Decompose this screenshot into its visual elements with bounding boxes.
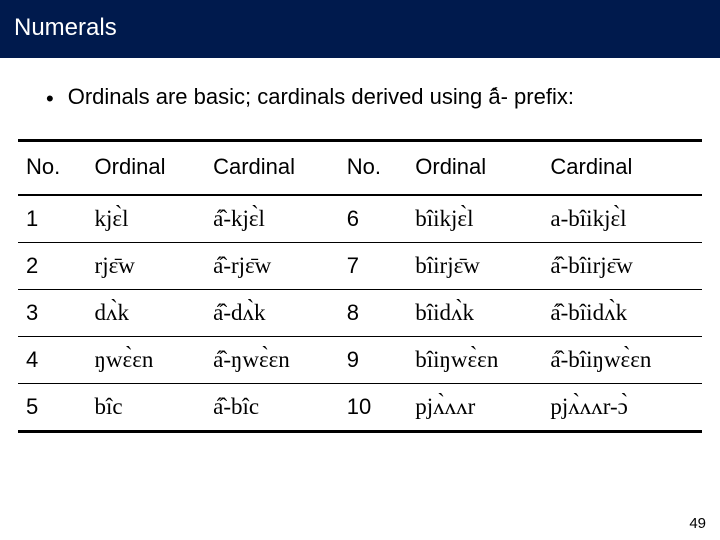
numerals-table: No. Ordinal Cardinal No. Ordinal Cardina…	[18, 139, 702, 433]
cell-ordinal: bîikjɛ̀l	[407, 195, 542, 243]
cell-no: 9	[339, 336, 408, 383]
table-row: 3 dʌ̀k á̂-dʌ̀k 8 bîidʌ̀k á̂-bîidʌ̀k	[18, 289, 702, 336]
cell-ordinal: bîc	[87, 383, 206, 431]
cell-ordinal: bîidʌ̀k	[407, 289, 542, 336]
slide-title: Numerals	[14, 14, 117, 41]
cell-ordinal: kjɛ̀l	[87, 195, 206, 243]
table-row: 2 rjɛ̄w á̂-rjɛ̄w 7 bîirjɛ̄w á̂-bîirjɛ̄w	[18, 242, 702, 289]
bullet-marker: •	[46, 84, 54, 115]
cell-no: 7	[339, 242, 408, 289]
col-cardinal-left: Cardinal	[205, 140, 339, 195]
cell-cardinal: á̂-bîidʌ̀k	[542, 289, 702, 336]
cell-no: 3	[18, 289, 87, 336]
slide-title-bar: Numerals	[0, 0, 720, 58]
page-number: 49	[689, 515, 706, 532]
table-row: 1 kjɛ̀l á̂-kjɛ̀l 6 bîikjɛ̀l a-bîikjɛ̀l	[18, 195, 702, 243]
col-cardinal-right: Cardinal	[542, 140, 702, 195]
table-row: 4 ŋwɛ̀ɛn á̂-ŋwɛ̀ɛn 9 bîiŋwɛ̀ɛn á̂-bîiŋwɛ…	[18, 336, 702, 383]
cell-cardinal: a-bîikjɛ̀l	[542, 195, 702, 243]
cell-ordinal: ŋwɛ̀ɛn	[87, 336, 206, 383]
cell-no: 6	[339, 195, 408, 243]
col-no-right: No.	[339, 140, 408, 195]
cell-cardinal: á̂-kjɛ̀l	[205, 195, 339, 243]
cell-cardinal: á̂-bîirjɛ̄w	[542, 242, 702, 289]
bullet-item: • Ordinals are basic; cardinals derived …	[46, 84, 702, 115]
cell-ordinal: rjɛ̄w	[87, 242, 206, 289]
table-row: 5 bîc á̂-bîc 10 pjʌ̀ʌʌr pjʌ̀ʌʌr-ɔ̀	[18, 383, 702, 431]
cell-no: 4	[18, 336, 87, 383]
cell-cardinal: á̂-bîiŋwɛ̀ɛn	[542, 336, 702, 383]
cell-no: 5	[18, 383, 87, 431]
cell-no: 8	[339, 289, 408, 336]
cell-ordinal: pjʌ̀ʌʌr	[407, 383, 542, 431]
bullet-text: Ordinals are basic; cardinals derived us…	[68, 84, 574, 110]
table-header-row: No. Ordinal Cardinal No. Ordinal Cardina…	[18, 140, 702, 195]
cell-cardinal: á̂-rjɛ̄w	[205, 242, 339, 289]
col-ordinal-right: Ordinal	[407, 140, 542, 195]
cell-ordinal: dʌ̀k	[87, 289, 206, 336]
cell-cardinal: á̂-dʌ̀k	[205, 289, 339, 336]
cell-no: 1	[18, 195, 87, 243]
slide-content: • Ordinals are basic; cardinals derived …	[0, 58, 720, 433]
cell-ordinal: bîirjɛ̄w	[407, 242, 542, 289]
slide: Numerals • Ordinals are basic; cardinals…	[0, 0, 720, 540]
cell-no: 10	[339, 383, 408, 431]
col-ordinal-left: Ordinal	[87, 140, 206, 195]
cell-ordinal: bîiŋwɛ̀ɛn	[407, 336, 542, 383]
cell-cardinal: á̂-ŋwɛ̀ɛn	[205, 336, 339, 383]
cell-cardinal: pjʌ̀ʌʌr-ɔ̀	[542, 383, 702, 431]
cell-cardinal: á̂-bîc	[205, 383, 339, 431]
col-no-left: No.	[18, 140, 87, 195]
cell-no: 2	[18, 242, 87, 289]
